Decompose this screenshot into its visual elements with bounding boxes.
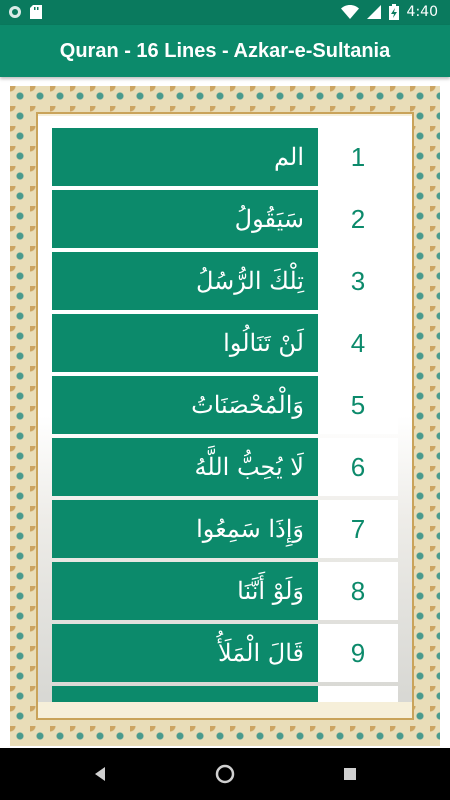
juz-title: سَيَقُولُ bbox=[52, 190, 318, 248]
cellular-signal-icon bbox=[366, 5, 381, 19]
recents-button[interactable] bbox=[338, 762, 362, 786]
juz-number: 3 bbox=[318, 252, 398, 310]
list-item[interactable]: وَالْمُحْصَنَاتُ 5 bbox=[52, 376, 398, 434]
juz-number: 5 bbox=[318, 376, 398, 434]
app-title: Quran - 16 Lines - Azkar-e-Sultania bbox=[59, 39, 391, 62]
list-item[interactable]: لَنْ تَنَالُوا 4 bbox=[52, 314, 398, 372]
juz-title: وَالْمُحْصَنَاتُ bbox=[52, 376, 318, 434]
juz-title: وَإِذَا سَمِعُوا bbox=[52, 500, 318, 558]
list-item[interactable]: وَلَوْ أَنَّنَا 8 bbox=[52, 562, 398, 620]
juz-number: 9 bbox=[318, 624, 398, 682]
list-item[interactable]: قَالَ الْمَلَأُ 9 bbox=[52, 624, 398, 682]
list-item[interactable]: وَإِذَا سَمِعُوا 7 bbox=[52, 500, 398, 558]
list-item[interactable]: لَا يُحِبُّ اللَّهُ 6 bbox=[52, 438, 398, 496]
sd-card-icon bbox=[30, 5, 42, 19]
home-icon bbox=[215, 764, 235, 784]
juz-number bbox=[318, 686, 398, 702]
wifi-icon bbox=[340, 5, 359, 19]
list-item[interactable]: سَيَقُولُ 2 bbox=[52, 190, 398, 248]
juz-title: لَنْ تَنَالُوا bbox=[52, 314, 318, 372]
home-button[interactable] bbox=[213, 762, 237, 786]
back-icon bbox=[95, 767, 105, 781]
status-time: 4:40 bbox=[406, 4, 438, 20]
list-item[interactable]: الم 1 bbox=[52, 128, 398, 186]
list-item[interactable]: تِلْكَ الرُّسُلُ 3 bbox=[52, 252, 398, 310]
juz-title: تِلْكَ الرُّسُلُ bbox=[52, 252, 318, 310]
juz-number: 4 bbox=[318, 314, 398, 372]
app-bar: Quran - 16 Lines - Azkar-e-Sultania bbox=[0, 25, 450, 77]
juz-title: لَا يُحِبُّ اللَّهُ bbox=[52, 438, 318, 496]
navigation-bar bbox=[0, 748, 450, 800]
juz-title: قَالَ الْمَلَأُ bbox=[52, 624, 318, 682]
juz-number: 8 bbox=[318, 562, 398, 620]
juz-title: الم bbox=[52, 128, 318, 186]
juz-number: 6 bbox=[318, 438, 398, 496]
juz-number: 1 bbox=[318, 128, 398, 186]
list-item[interactable] bbox=[52, 686, 398, 702]
juz-title bbox=[52, 686, 318, 702]
recents-icon bbox=[344, 768, 356, 780]
back-button[interactable] bbox=[88, 762, 112, 786]
juz-number: 2 bbox=[318, 190, 398, 248]
juz-title: وَلَوْ أَنَّنَا bbox=[52, 562, 318, 620]
juz-number: 7 bbox=[318, 500, 398, 558]
battery-charging-icon bbox=[388, 4, 399, 20]
status-bar: 4:40 bbox=[0, 0, 450, 25]
circle-notification-icon bbox=[9, 6, 21, 18]
juz-list[interactable]: الم 1 سَيَقُولُ 2 تِلْكَ الرُّسُلُ 3 لَن… bbox=[38, 116, 412, 702]
